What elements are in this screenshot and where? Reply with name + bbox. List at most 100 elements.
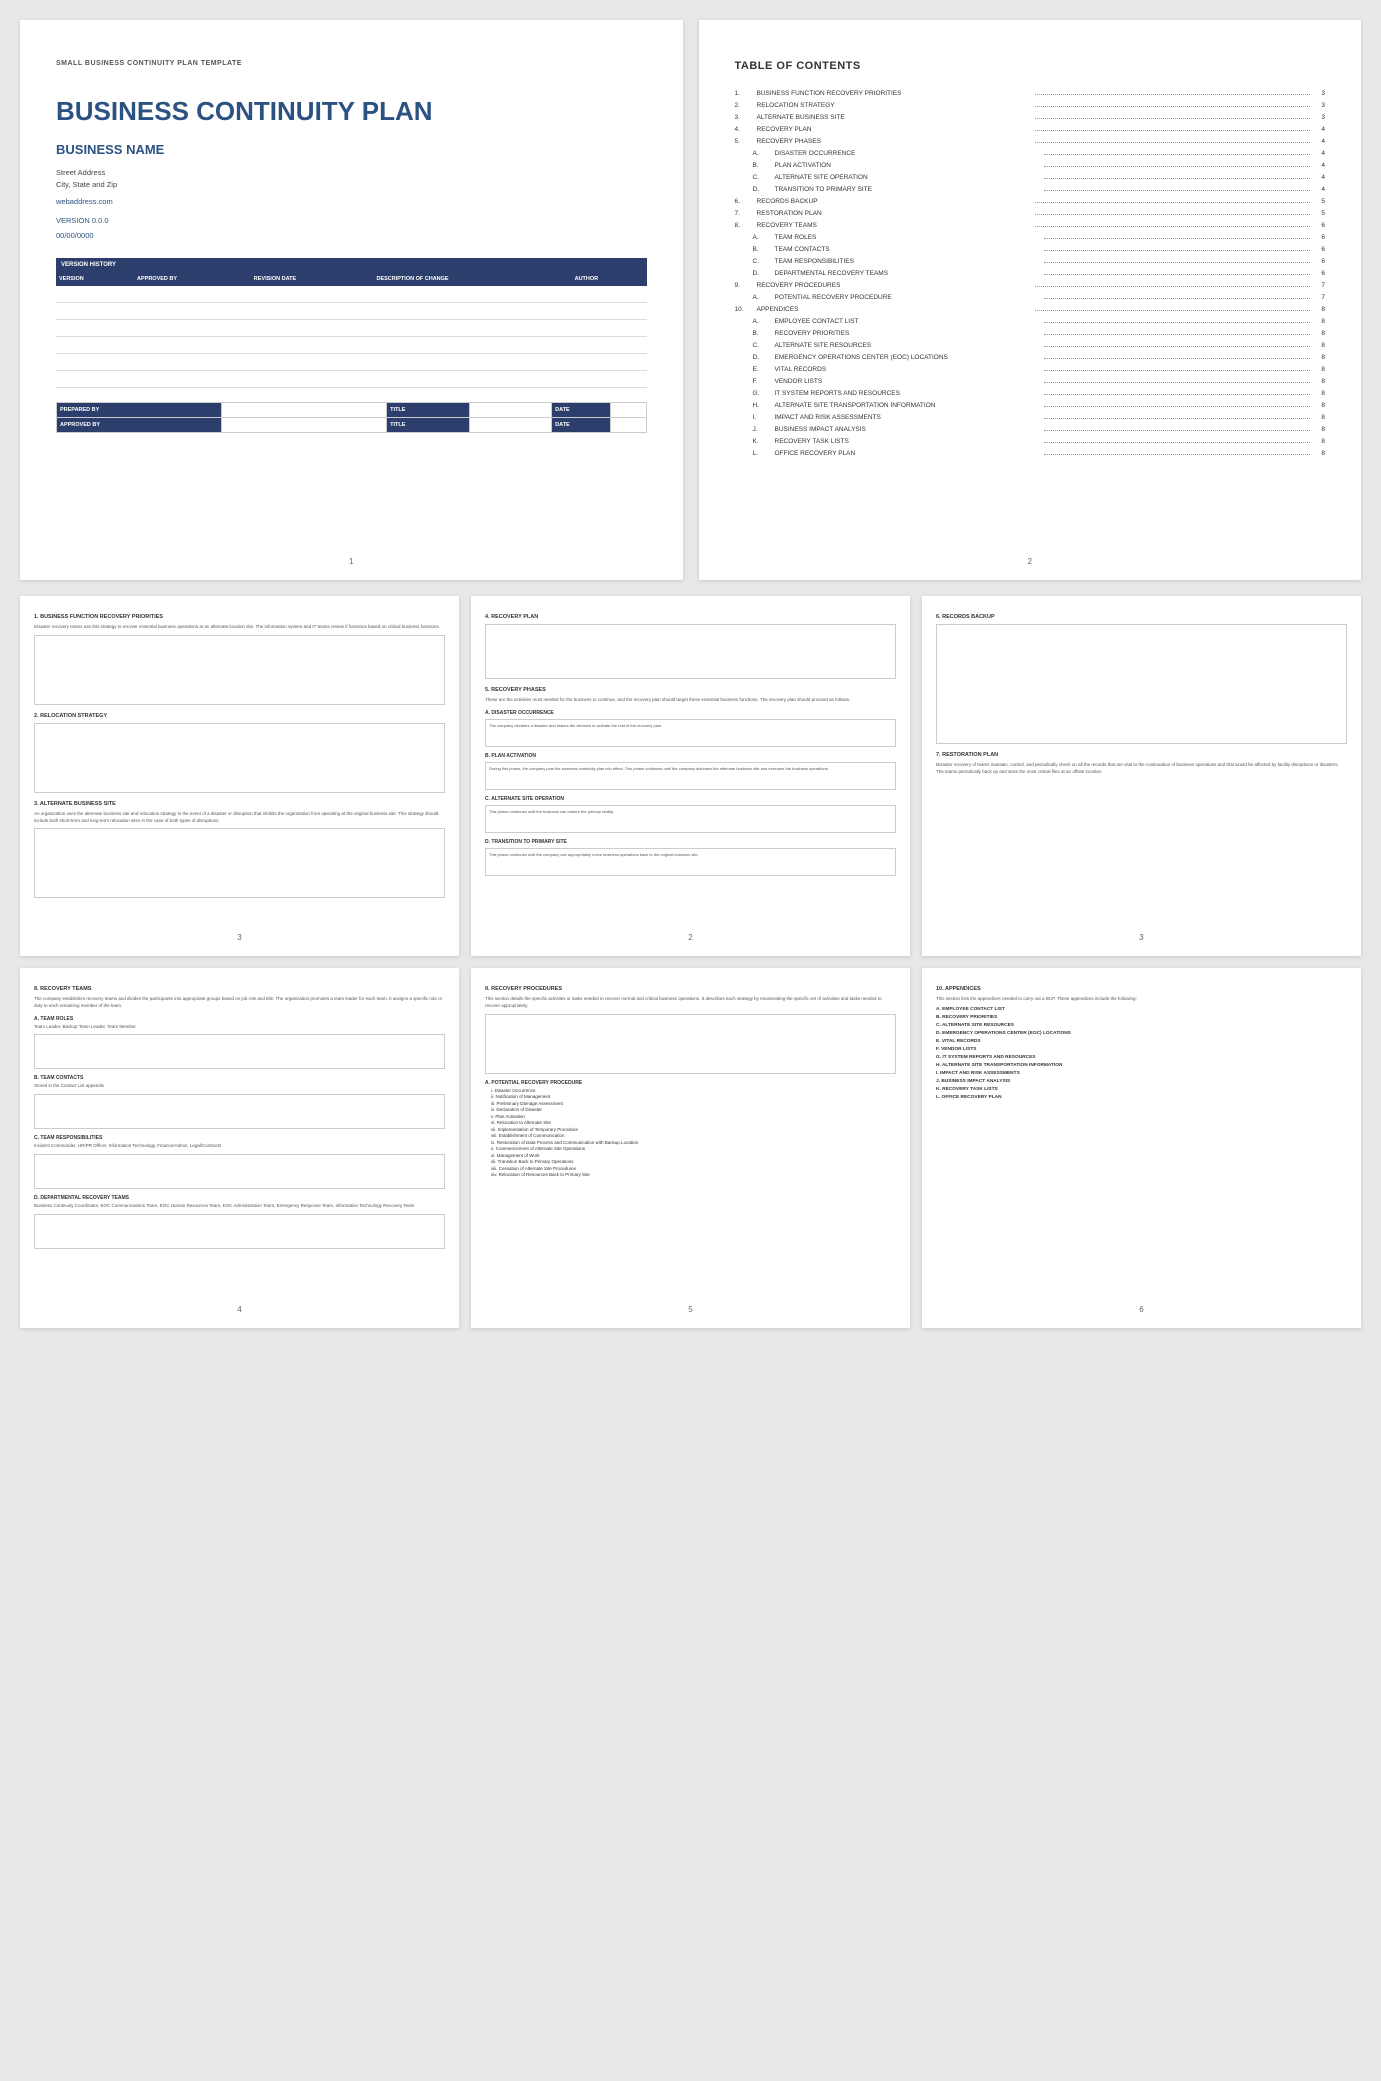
section9-body: This section details the specific activi… xyxy=(485,996,896,1010)
toc-page: 4 xyxy=(1313,174,1325,181)
toc-page: 8 xyxy=(1313,366,1325,373)
toc-page: 4 xyxy=(1313,126,1325,133)
toc-num: 8. xyxy=(735,222,757,229)
street-address: Street Address City, State and Zip xyxy=(56,167,647,191)
toc-dots xyxy=(1044,298,1310,299)
appendix-g: G. IT SYSTEM REPORTS AND RESOURCES xyxy=(936,1055,1347,1060)
toc-page: 8 xyxy=(1313,414,1325,421)
toc-page: 3 xyxy=(1313,102,1325,109)
toc-dots xyxy=(1044,358,1310,359)
appendix-d: D. EMERGENCY OPERATIONS CENTER (EOC) LOC… xyxy=(936,1031,1347,1036)
approval-table: PREPARED BY TITLE DATE APPROVED BY TITLE… xyxy=(56,402,647,433)
toc-page: 5 xyxy=(1313,198,1325,205)
toc-page: 6 xyxy=(1313,246,1325,253)
toc-num: B. xyxy=(753,246,775,253)
table-row xyxy=(56,353,647,370)
proc-item-14: xiv. Relocation of Resources Back to Pri… xyxy=(485,1172,896,1177)
toc-item: A. DISASTER OCCURRENCE 4 xyxy=(735,150,1326,157)
toc-dots xyxy=(1044,190,1310,191)
toc-num: G. xyxy=(753,390,775,397)
toc-item: G. IT SYSTEM REPORTS AND RESOURCES 8 xyxy=(735,390,1326,397)
toc-label: ALTERNATE SITE TRANSPORTATION INFORMATIO… xyxy=(775,402,1041,409)
toc-item: 2. RELOCATION STRATEGY 3 xyxy=(735,102,1326,109)
toc-item: C. ALTERNATE SITE OPERATION 4 xyxy=(735,174,1326,181)
proc-item-12: xii. Transition Back to Primary Operatio… xyxy=(485,1159,896,1164)
section6-content-box xyxy=(936,624,1347,744)
toc-page: 8 xyxy=(1313,342,1325,349)
title-label2: TITLE xyxy=(387,417,470,432)
page-6: 8. RECOVERY TEAMS The company establishe… xyxy=(20,968,459,1328)
subA-heading: A. TEAM ROLES xyxy=(34,1016,445,1022)
subD-text: Business Continuity Coordinator, EOC Com… xyxy=(34,1203,445,1210)
proc-item-3: iii. Preliminary Damage Assessment xyxy=(485,1101,896,1106)
proc-item-10: x. Commencement of Alternate Site Operat… xyxy=(485,1146,896,1151)
col-revision: REVISION DATE xyxy=(251,272,374,286)
toc-label: RECOVERY PRIORITIES xyxy=(775,330,1041,337)
toc-item: A. EMPLOYEE CONTACT LIST 8 xyxy=(735,318,1326,325)
toc-dots xyxy=(1044,262,1310,263)
toc-num: A. xyxy=(753,294,775,301)
toc-label: RECOVERY PLAN xyxy=(757,126,1032,133)
toc-dots xyxy=(1044,454,1310,455)
toc-label: OFFICE RECOVERY PLAN xyxy=(775,450,1041,457)
toc-num: 9. xyxy=(735,282,757,289)
toc-item: C. TEAM RESPONSIBILITIES 6 xyxy=(735,258,1326,265)
toc-dots xyxy=(1035,94,1310,95)
proc-item-8: viii. Establishment of Communication xyxy=(485,1133,896,1138)
toc-num: C. xyxy=(753,258,775,265)
toc-item: K. RECOVERY TASK LISTS 8 xyxy=(735,438,1326,445)
toc-num: 5. xyxy=(735,138,757,145)
toc-label: POTENTIAL RECOVERY PROCEDURE xyxy=(775,294,1041,301)
section10-heading: 10. APPENDICES xyxy=(936,986,1347,992)
toc-page: 8 xyxy=(1313,318,1325,325)
toc-num: F. xyxy=(753,378,775,385)
appendix-e: E. VITAL RECORDS xyxy=(936,1039,1347,1044)
page-7: 9. RECOVERY PROCEDURES This section deta… xyxy=(471,968,910,1328)
page-number: 4 xyxy=(237,1305,241,1314)
toc-dots xyxy=(1044,406,1310,407)
toc-label: TRANSITION TO PRIMARY SITE xyxy=(775,186,1041,193)
toc-label: VITAL RECORDS xyxy=(775,366,1041,373)
subC-heading: C. TEAM RESPONSIBILITIES xyxy=(34,1135,445,1141)
subD-text: This phase continues until the company c… xyxy=(489,852,892,858)
section1-heading: 1. BUSINESS FUNCTION RECOVERY PRIORITIES xyxy=(34,614,445,620)
toc-dots xyxy=(1044,250,1310,251)
col-author: AUTHOR xyxy=(572,272,647,286)
toc-page: 8 xyxy=(1313,330,1325,337)
toc-num: A. xyxy=(753,150,775,157)
toc-label: RECORDS BACKUP xyxy=(757,198,1032,205)
toc-page: 4 xyxy=(1313,162,1325,169)
toc-num: H. xyxy=(753,402,775,409)
section1-content-box xyxy=(34,635,445,705)
proc-item-4: iv. Declaration of Disaster xyxy=(485,1107,896,1112)
subC-box: This phase continues until the business … xyxy=(485,805,896,833)
toc-item: 3. ALTERNATE BUSINESS SITE 3 xyxy=(735,114,1326,121)
section8-body: The company establishes recovery teams a… xyxy=(34,996,445,1010)
date: 00/00/0000 xyxy=(56,231,647,240)
toc-page: 8 xyxy=(1313,354,1325,361)
toc-item: E. VITAL RECORDS 8 xyxy=(735,366,1326,373)
subB-text: Stored in the Contact List appendix xyxy=(34,1083,445,1090)
col-version: VERSION xyxy=(56,272,134,286)
page-number: 2 xyxy=(1028,557,1032,566)
section6-heading: 6. RECORDS BACKUP xyxy=(936,614,1347,620)
page-1: SMALL BUSINESS CONTINUITY PLAN TEMPLATE … xyxy=(20,20,683,580)
toc-dots xyxy=(1044,382,1310,383)
toc-num: I. xyxy=(753,414,775,421)
toc-item: B. TEAM CONTACTS 6 xyxy=(735,246,1326,253)
title-label: TITLE xyxy=(387,402,470,417)
toc-page: 6 xyxy=(1313,234,1325,241)
toc-num: E. xyxy=(753,366,775,373)
toc-item: 10. APPENDICES 8 xyxy=(735,306,1326,313)
toc-label: PLAN ACTIVATION xyxy=(775,162,1041,169)
toc-page: 8 xyxy=(1313,306,1325,313)
toc-num: L. xyxy=(753,450,775,457)
page-3: 1. BUSINESS FUNCTION RECOVERY PRIORITIES… xyxy=(20,596,459,956)
toc-num: D. xyxy=(753,354,775,361)
subC-text: This phase continues until the business … xyxy=(489,809,892,815)
bottom-pages: 8. RECOVERY TEAMS The company establishe… xyxy=(20,968,1361,1328)
toc-label: ALTERNATE SITE RESOURCES xyxy=(775,342,1041,349)
toc-label: TEAM CONTACTS xyxy=(775,246,1041,253)
toc-item: J. BUSINESS IMPACT ANALYSIS 8 xyxy=(735,426,1326,433)
toc-dots xyxy=(1044,370,1310,371)
